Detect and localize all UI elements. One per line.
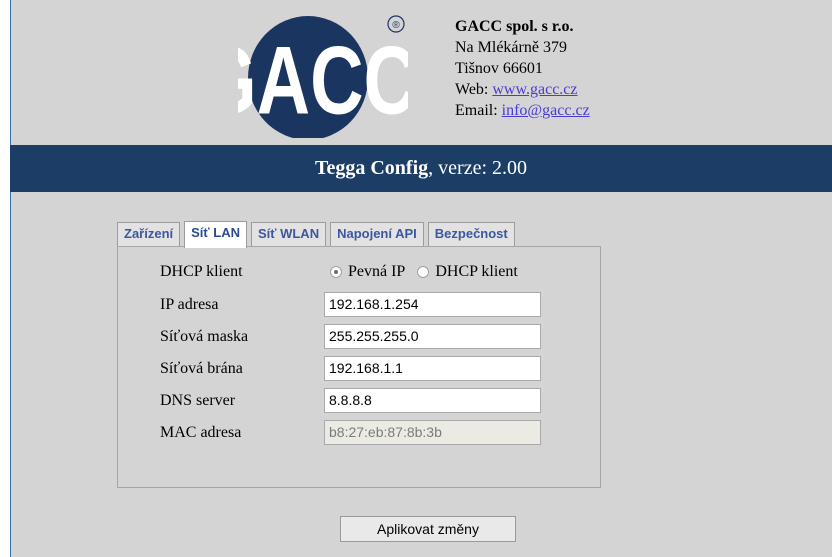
ip-address-input[interactable]: 192.168.1.254 [324, 292, 541, 317]
dns-label: DNS server [160, 392, 236, 409]
tab-napojeni-api[interactable]: Napojení API [330, 222, 424, 247]
app-name: Tegga Config [314, 157, 429, 179]
tab-bar: Zařízení Síť LAN Síť WLAN Napojení API B… [117, 221, 515, 248]
radio-static-ip[interactable]: Pevná IP [330, 263, 405, 281]
tab-bezpecnost[interactable]: Bezpečnost [427, 222, 515, 247]
company-web: Web: www.gacc.cz [455, 79, 590, 100]
tab-sit-wlan[interactable]: Síť WLAN [250, 222, 327, 247]
tab-zarizeni[interactable]: Zařízení [117, 222, 181, 247]
registered-mark: ® [392, 20, 400, 31]
company-email: Email: info@gacc.cz [455, 100, 590, 121]
ip-mode-radio-group: Pevná IP DHCP klient [330, 263, 530, 281]
radio-static-icon[interactable] [330, 266, 342, 278]
logo-lettering: GACC [238, 27, 408, 135]
radio-dhcp-label: DHCP klient [435, 263, 518, 280]
radio-static-label: Pevná IP [348, 263, 406, 280]
header [10, 0, 832, 145]
mac-label: MAC adresa [160, 424, 242, 441]
title-banner: Tegga Config, verze: 2.00 [10, 145, 832, 192]
dns-server-input[interactable]: 8.8.8.8 [324, 388, 541, 413]
gateway-label: Síťová brána [160, 360, 243, 377]
web-label: Web: [455, 81, 493, 98]
company-info: GACC spol. s r.o. Na Mlékárně 379 Tišnov… [455, 16, 590, 121]
app-version: , verze: 2.00 [428, 157, 528, 179]
radio-dhcp-icon[interactable] [417, 266, 430, 278]
dhcp-label: DHCP klient [160, 263, 243, 280]
mac-address-field: b8:27:eb:87:8b:3b [324, 420, 541, 445]
web-link[interactable]: www.gacc.cz [492, 81, 577, 98]
gateway-input[interactable]: 192.168.1.1 [324, 356, 541, 381]
email-label: Email: [455, 102, 502, 119]
company-name: GACC spol. s r.o. [455, 18, 574, 35]
apply-changes-button[interactable]: Aplikovat změny [340, 516, 516, 542]
company-street: Na Mlékárně 379 [455, 39, 567, 56]
tab-sit-lan[interactable]: Síť LAN [184, 221, 247, 248]
subnet-mask-input[interactable]: 255.255.255.0 [324, 324, 541, 349]
email-link[interactable]: info@gacc.cz [502, 102, 590, 119]
ip-label: IP adresa [160, 296, 219, 313]
mask-label: Síťová maska [160, 328, 249, 345]
radio-dhcp-client[interactable]: DHCP klient [417, 263, 518, 281]
company-city: Tišnov 66601 [455, 60, 543, 77]
gacc-logo: GACC ® [238, 15, 408, 138]
